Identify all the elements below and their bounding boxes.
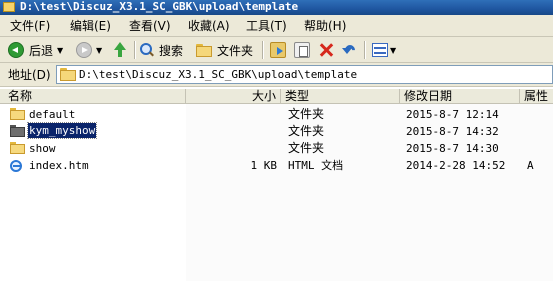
file-size: [186, 106, 277, 123]
forward-button[interactable]: ▼: [76, 40, 102, 60]
file-type: HTML 文档: [288, 159, 344, 172]
folders-label: 文件夹: [217, 43, 254, 58]
chevron-down-icon[interactable]: ▼: [390, 46, 396, 55]
menu-help[interactable]: 帮助(H): [304, 18, 346, 34]
toolbar-separator: [262, 41, 264, 59]
address-input[interactable]: D:\test\Discuz_X3.1_SC_GBK\upload\templa…: [56, 65, 553, 84]
back-button[interactable]: 后退 ▼: [8, 40, 63, 60]
column-type[interactable]: 类型: [281, 89, 400, 103]
file-type: 文件夹: [288, 107, 325, 121]
folders-button[interactable]: 文件夹: [196, 40, 253, 60]
address-label: 地址(D): [8, 68, 51, 82]
file-type: 文件夹: [288, 124, 325, 138]
forward-icon: [76, 42, 92, 58]
file-list: default 文件夹 2015-8-7 12:14 kym_myshow 文件…: [0, 104, 553, 281]
copy-to-icon: [294, 42, 310, 58]
file-modified: 2014-2-28 14:52: [406, 159, 506, 172]
column-header: 名称 大小 类型 修改日期 属性: [0, 89, 553, 104]
file-attributes: A: [527, 159, 534, 172]
window-title: D:\test\Discuz_X3.1_SC_GBK\upload\templa…: [20, 0, 299, 13]
menu-bar: 文件(F) 编辑(E) 查看(V) 收藏(A) 工具(T) 帮助(H): [0, 15, 553, 37]
file-name: show: [29, 142, 56, 155]
folder-icon: [3, 2, 15, 12]
file-modified: 2015-8-7 14:30: [406, 142, 499, 155]
file-name: kym_myshow: [26, 122, 98, 139]
copy-to-button[interactable]: [294, 40, 310, 60]
folder-icon: [10, 125, 25, 137]
html-document-icon: [10, 159, 24, 173]
file-modified: 2015-8-7 12:14: [406, 108, 499, 121]
address-value: D:\test\Discuz_X3.1_SC_GBK\upload\templa…: [79, 68, 358, 81]
delete-button[interactable]: [318, 40, 334, 60]
up-button[interactable]: [113, 40, 127, 60]
search-icon: [140, 43, 154, 57]
column-attributes[interactable]: 属性: [520, 89, 553, 103]
address-bar: 地址(D) D:\test\Discuz_X3.1_SC_GBK\upload\…: [0, 63, 553, 87]
chevron-down-icon[interactable]: ▼: [96, 46, 102, 55]
back-label: 后退: [29, 43, 54, 58]
up-folder-icon: [113, 42, 127, 58]
file-size: [186, 140, 277, 157]
file-size: 1 KB: [250, 159, 278, 172]
undo-button[interactable]: [342, 40, 358, 60]
chevron-down-icon[interactable]: ▼: [57, 46, 63, 55]
toolbar: 后退 ▼ ▼ 搜索 文件夹 ▼: [0, 37, 553, 63]
menu-file[interactable]: 文件(F): [10, 18, 50, 34]
column-size[interactable]: 大小: [186, 89, 281, 103]
toolbar-separator: [134, 41, 136, 59]
folder-icon: [60, 68, 76, 81]
folder-icon: [10, 108, 25, 120]
move-to-icon: [270, 42, 286, 58]
menu-tools[interactable]: 工具(T): [246, 18, 287, 34]
file-modified: 2015-8-7 14:32: [406, 125, 499, 138]
toolbar-separator: [364, 41, 366, 59]
file-name: index.htm: [29, 159, 89, 172]
column-modified[interactable]: 修改日期: [400, 89, 520, 103]
move-to-button[interactable]: [270, 40, 286, 60]
column-name[interactable]: 名称: [0, 89, 186, 103]
file-type: 文件夹: [288, 141, 325, 155]
menu-edit[interactable]: 编辑(E): [70, 18, 111, 34]
folders-icon: [196, 43, 212, 57]
views-button[interactable]: ▼: [372, 40, 396, 60]
search-button[interactable]: 搜索: [140, 40, 183, 60]
search-label: 搜索: [159, 43, 184, 58]
folder-icon: [10, 142, 25, 154]
list-item[interactable]: default 文件夹 2015-8-7 12:14: [0, 106, 553, 123]
views-icon: [372, 43, 388, 57]
list-item[interactable]: index.htm 1 KB HTML 文档 2014-2-28 14:52 A: [0, 157, 553, 174]
list-item[interactable]: kym_myshow 文件夹 2015-8-7 14:32: [0, 122, 553, 140]
menu-favorites[interactable]: 收藏(A): [188, 18, 230, 34]
list-item[interactable]: show 文件夹 2015-8-7 14:30: [0, 140, 553, 157]
file-size: [186, 123, 277, 140]
back-icon: [8, 42, 24, 58]
file-name: default: [29, 108, 76, 121]
menu-view[interactable]: 查看(V): [129, 18, 171, 34]
undo-icon: [342, 42, 358, 58]
delete-icon: [318, 42, 334, 58]
title-bar: D:\test\Discuz_X3.1_SC_GBK\upload\templa…: [0, 0, 553, 15]
